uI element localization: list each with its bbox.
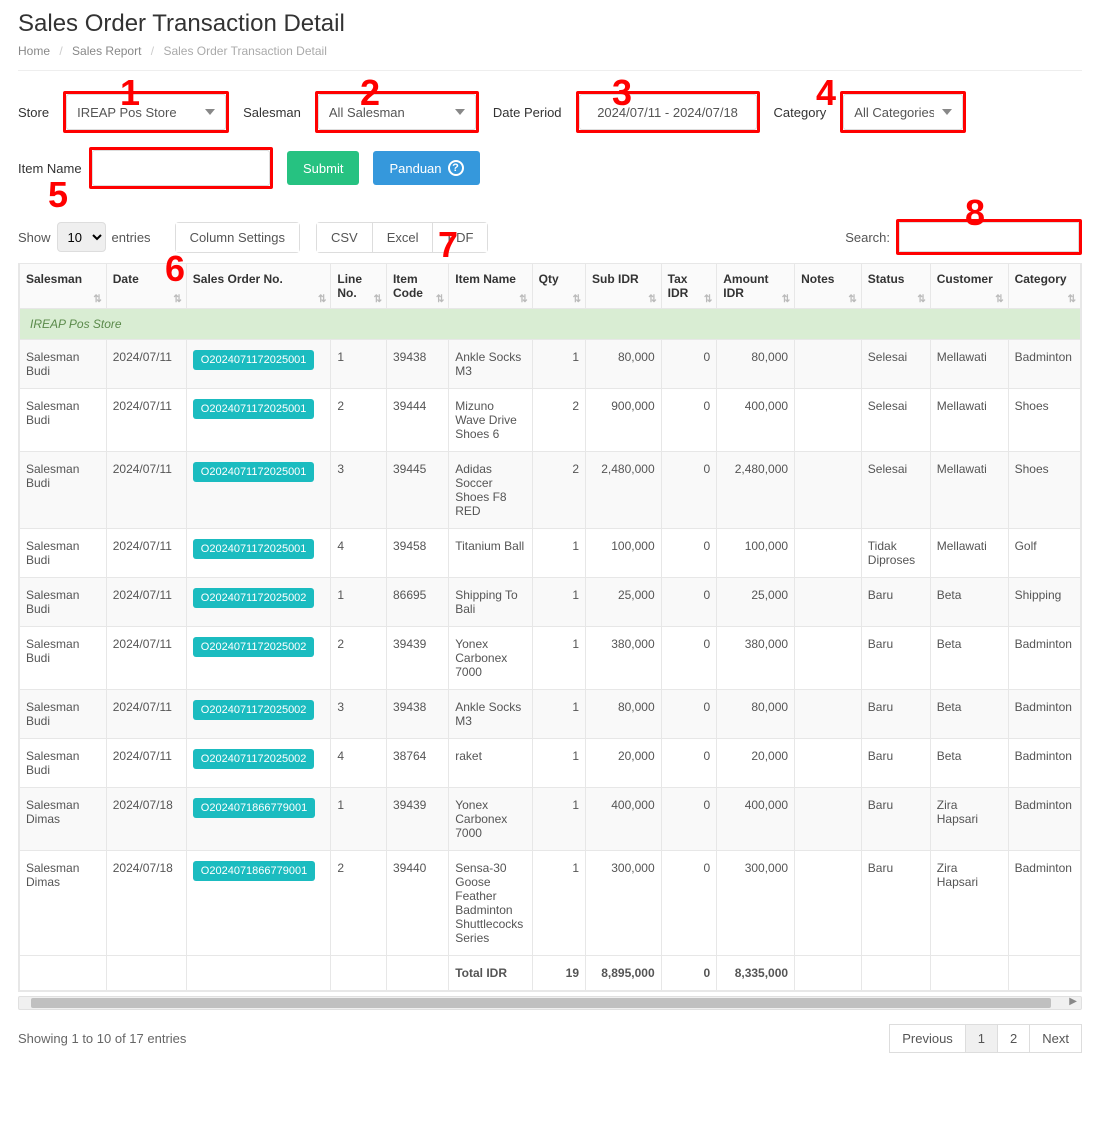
column-header[interactable]: Status⇅: [861, 264, 930, 309]
table-row: Salesman Budi2024/07/11O2024071172025001…: [20, 452, 1081, 529]
breadcrumb-home[interactable]: Home: [18, 44, 50, 58]
page-1-button[interactable]: 1: [965, 1024, 998, 1053]
order-pill[interactable]: O2024071866779001: [193, 798, 315, 818]
pagination: Previous 1 2 Next: [890, 1024, 1082, 1053]
column-header[interactable]: Item Code⇅: [386, 264, 448, 309]
show-label: Show: [18, 230, 51, 245]
column-header[interactable]: Salesman⇅: [20, 264, 107, 309]
column-header[interactable]: Sub IDR⇅: [586, 264, 662, 309]
sort-icon: ⇅: [573, 296, 581, 304]
order-pill[interactable]: O2024071172025001: [193, 539, 315, 559]
sort-icon: ⇅: [436, 296, 444, 304]
breadcrumb-active: Sales Order Transaction Detail: [163, 44, 326, 58]
export-excel-button[interactable]: Excel: [373, 223, 434, 252]
export-pdf-button[interactable]: PDF: [433, 223, 487, 252]
entries-label: entries: [112, 230, 151, 245]
sort-icon: ⇅: [1068, 296, 1076, 304]
panduan-button[interactable]: Panduan?: [373, 151, 479, 185]
order-pill[interactable]: O2024071172025001: [193, 462, 315, 482]
order-pill[interactable]: O2024071866779001: [193, 861, 315, 881]
total-label: Total IDR: [449, 956, 532, 991]
column-header[interactable]: Notes⇅: [795, 264, 862, 309]
item-name-input[interactable]: [92, 150, 270, 186]
salesman-label: Salesman: [243, 105, 301, 120]
order-pill[interactable]: O2024071172025001: [193, 350, 315, 370]
order-pill[interactable]: O2024071172025002: [193, 749, 315, 769]
page-2-button[interactable]: 2: [997, 1024, 1030, 1053]
column-header[interactable]: Amount IDR⇅: [717, 264, 795, 309]
sort-icon: ⇅: [995, 296, 1003, 304]
sales-table: Salesman⇅Date⇅Sales Order No.⇅Line No.⇅I…: [19, 263, 1081, 991]
column-header[interactable]: Date⇅: [106, 264, 186, 309]
column-header[interactable]: Item Name⇅: [449, 264, 532, 309]
submit-button[interactable]: Submit: [287, 151, 359, 185]
table-row: Salesman Budi2024/07/11O2024071172025002…: [20, 690, 1081, 739]
sort-icon: ⇅: [848, 296, 856, 304]
column-settings-button[interactable]: Column Settings: [176, 223, 299, 252]
breadcrumb: Home / Sales Report / Sales Order Transa…: [18, 44, 1082, 58]
sort-icon: ⇅: [519, 296, 527, 304]
horizontal-scrollbar[interactable]: [18, 996, 1082, 1010]
sort-icon: ⇅: [704, 296, 712, 304]
item-name-label: Item Name: [18, 161, 75, 176]
column-header[interactable]: Qty⇅: [532, 264, 585, 309]
next-page-button[interactable]: Next: [1029, 1024, 1082, 1053]
sort-icon: ⇅: [374, 296, 382, 304]
sort-icon: ⇅: [648, 296, 656, 304]
total-sub: 8,895,000: [586, 956, 662, 991]
table-row: Salesman Budi2024/07/11O2024071172025001…: [20, 529, 1081, 578]
showing-info: Showing 1 to 10 of 17 entries: [18, 1031, 186, 1046]
help-icon: ?: [448, 160, 464, 176]
prev-page-button[interactable]: Previous: [889, 1024, 966, 1053]
category-label: Category: [774, 105, 827, 120]
table-row: Salesman Dimas2024/07/18O202407186677900…: [20, 788, 1081, 851]
breadcrumb-sales-report[interactable]: Sales Report: [72, 44, 141, 58]
order-pill[interactable]: O2024071172025001: [193, 399, 315, 419]
order-pill[interactable]: O2024071172025002: [193, 637, 315, 657]
total-tax: 0: [661, 956, 717, 991]
table-row: Salesman Budi2024/07/11O2024071172025002…: [20, 578, 1081, 627]
column-header[interactable]: Line No.⇅: [331, 264, 387, 309]
search-label: Search:: [845, 230, 890, 245]
table-row: Salesman Budi2024/07/11O2024071172025001…: [20, 340, 1081, 389]
export-csv-button[interactable]: CSV: [317, 223, 373, 252]
sort-icon: ⇅: [173, 296, 181, 304]
column-header[interactable]: Sales Order No.⇅: [186, 264, 331, 309]
total-amount: 8,335,000: [717, 956, 795, 991]
search-input[interactable]: [899, 222, 1079, 252]
column-header[interactable]: Customer⇅: [930, 264, 1008, 309]
table-row: Salesman Budi2024/07/11O2024071172025002…: [20, 739, 1081, 788]
column-header[interactable]: Category⇅: [1008, 264, 1080, 309]
order-pill[interactable]: O2024071172025002: [193, 700, 315, 720]
page-size-select[interactable]: 10: [57, 222, 106, 252]
table-row: Salesman Budi2024/07/11O2024071172025001…: [20, 389, 1081, 452]
sort-icon: ⇅: [318, 296, 326, 304]
table-row: Salesman Dimas2024/07/18O202407186677900…: [20, 851, 1081, 956]
sort-icon: ⇅: [93, 296, 101, 304]
sort-icon: ⇅: [917, 296, 925, 304]
column-header[interactable]: Tax IDR⇅: [661, 264, 717, 309]
group-row: IREAP Pos Store: [20, 309, 1081, 340]
table-row: Salesman Budi2024/07/11O2024071172025002…: [20, 627, 1081, 690]
salesman-select[interactable]: All Salesman: [318, 94, 476, 130]
total-qty: 19: [532, 956, 585, 991]
order-pill[interactable]: O2024071172025002: [193, 588, 315, 608]
page-title: Sales Order Transaction Detail: [18, 10, 1082, 38]
date-period-label: Date Period: [493, 105, 562, 120]
store-select[interactable]: IREAP Pos Store: [66, 94, 226, 130]
category-select[interactable]: All Categories: [843, 94, 963, 130]
sort-icon: ⇅: [782, 296, 790, 304]
store-label: Store: [18, 105, 49, 120]
date-period-input[interactable]: [579, 94, 757, 130]
